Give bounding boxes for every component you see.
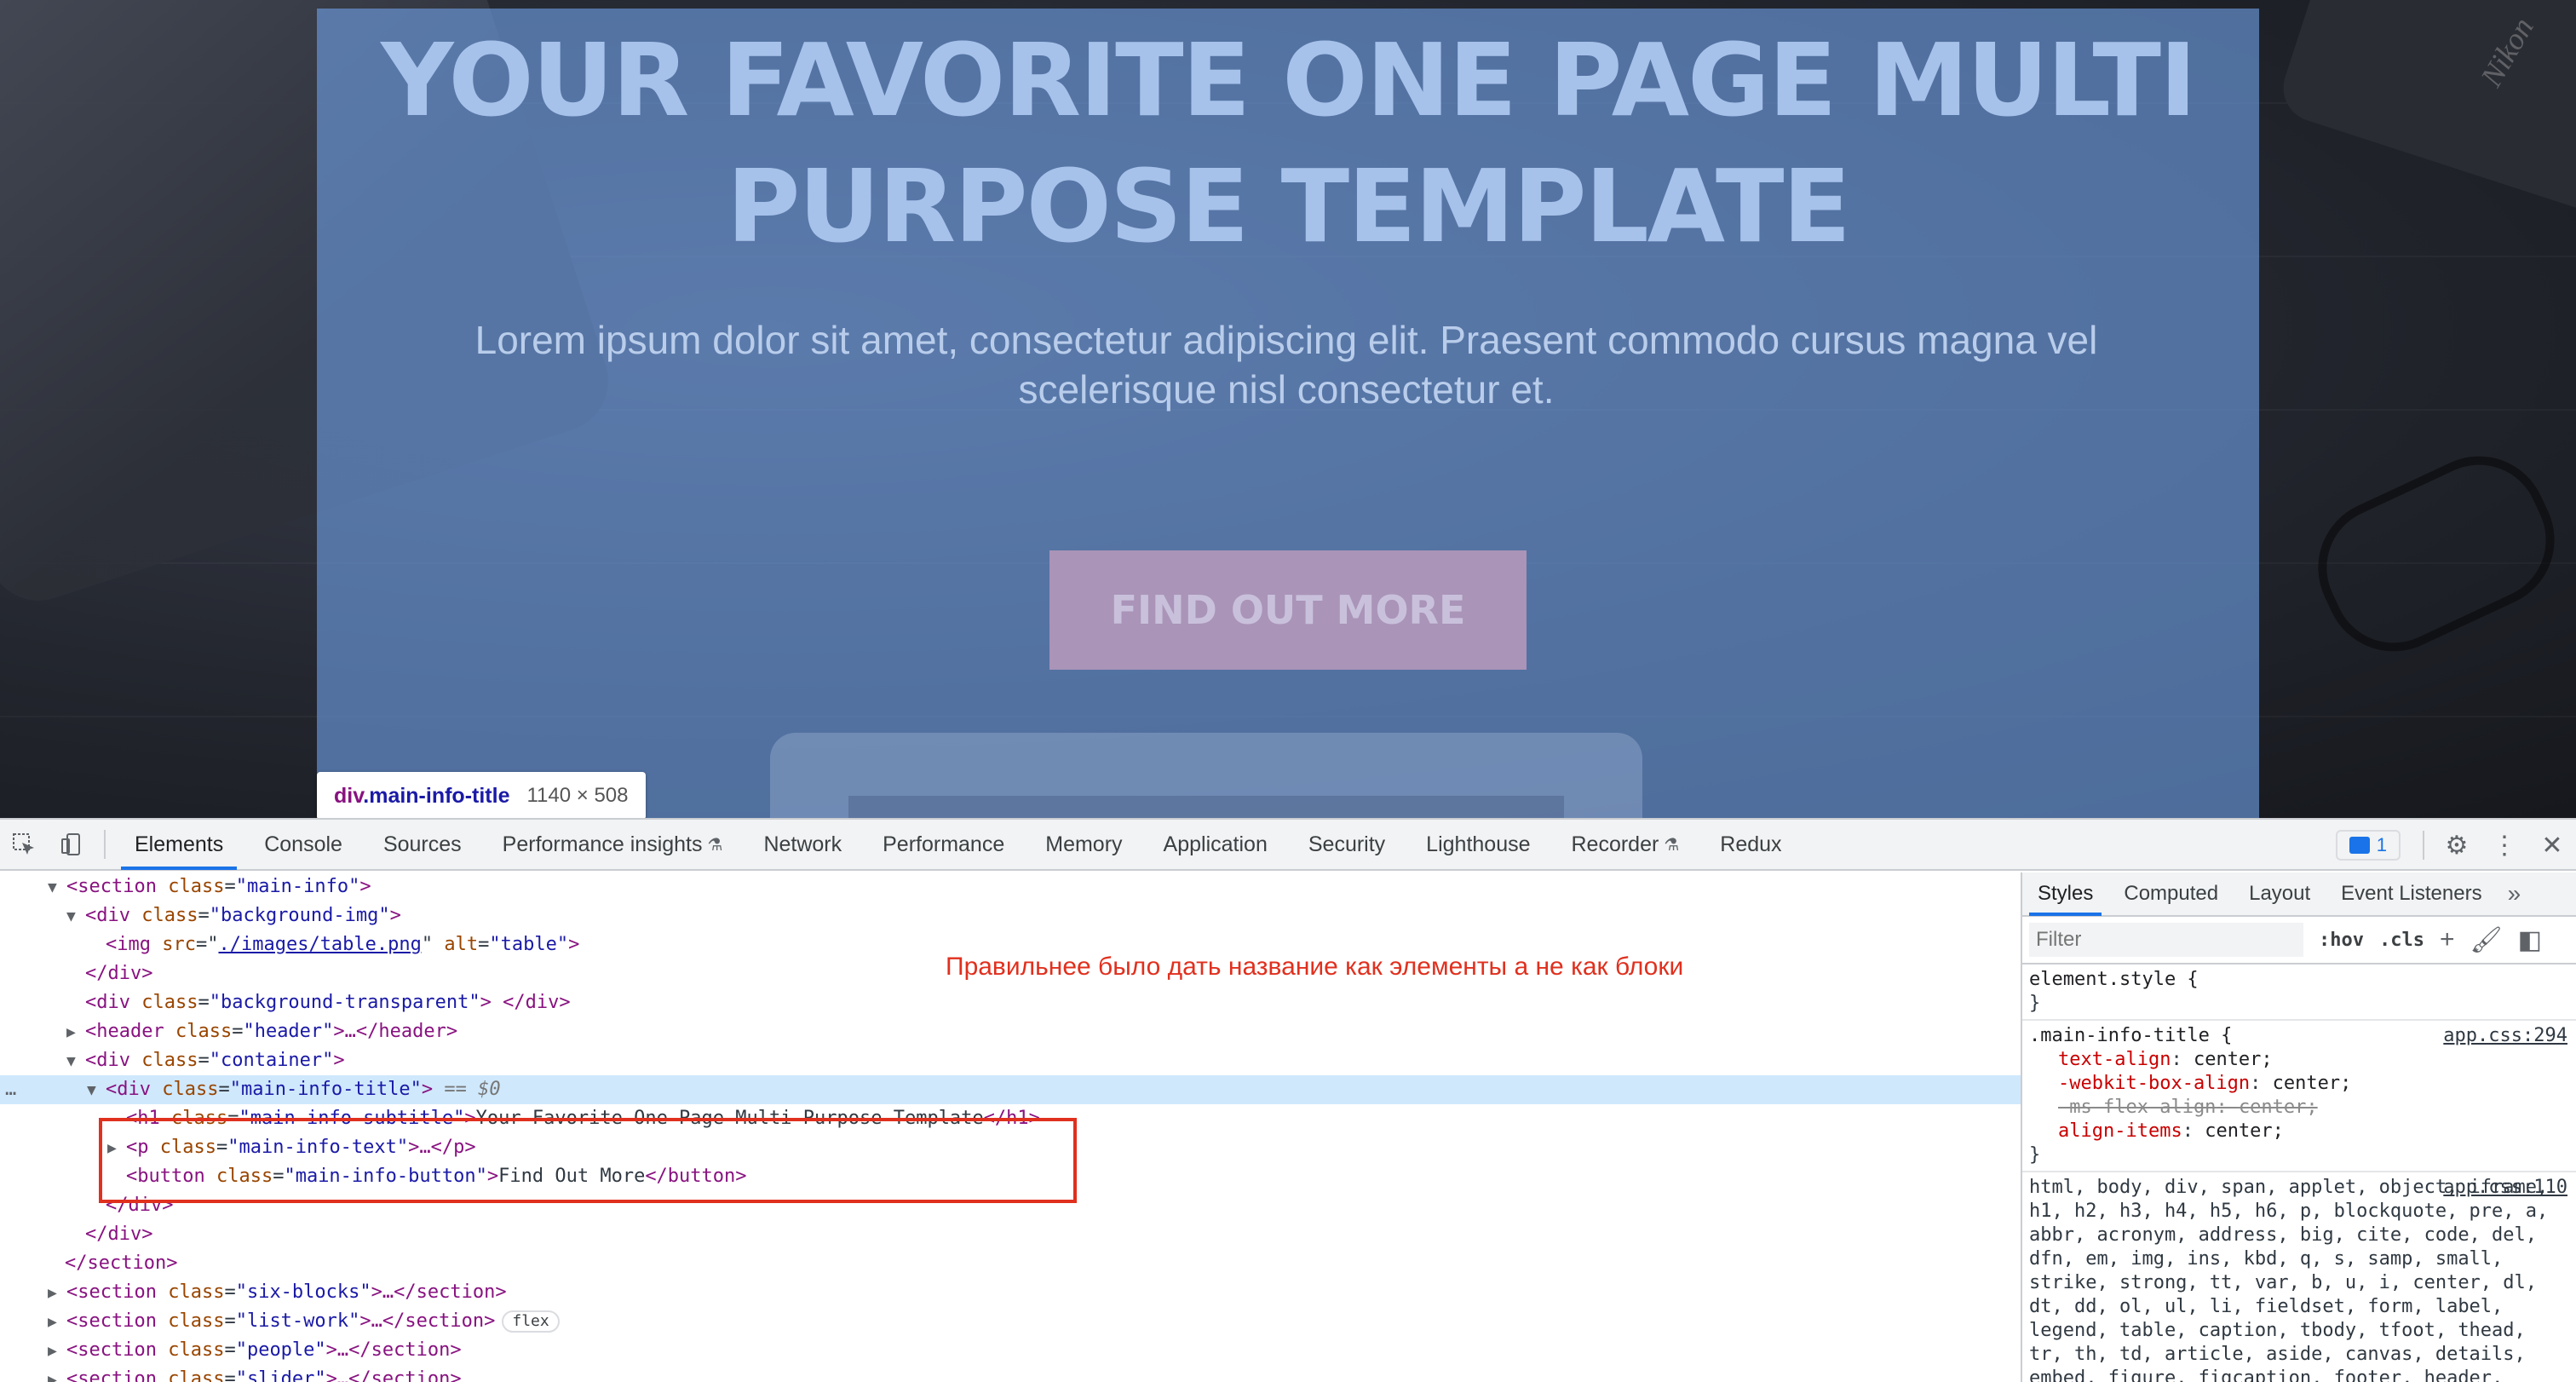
- tab-console[interactable]: Console: [244, 819, 363, 870]
- tab-network[interactable]: Network: [743, 819, 862, 870]
- toolbar-divider: [2423, 831, 2424, 860]
- devtools-panel: Elements Console Sources Performance ins…: [0, 818, 2576, 1382]
- reset-selector-list: html, body, div, span, applet, object, i…: [2029, 1177, 2549, 1382]
- device-toolbar-icon[interactable]: [48, 819, 95, 870]
- find-out-more-button[interactable]: FIND OUT MORE: [1049, 550, 1527, 670]
- style-declaration[interactable]: text-align: center;: [2029, 1048, 2569, 1072]
- dom-node[interactable]: ▼ <div class="container">: [0, 1046, 2021, 1075]
- message-icon: [2349, 837, 2370, 854]
- tab-performance-insights[interactable]: Performance insights ⚗: [482, 819, 744, 870]
- selected-node-marker: == $0: [444, 1079, 501, 1100]
- dom-node-selected[interactable]: … ▼ <div class="main-info-title"> == $0: [0, 1075, 2021, 1104]
- tab-recorder-label: Recorder: [1571, 832, 1659, 856]
- experiment-flask-icon: ⚗: [1664, 835, 1680, 855]
- more-tabs-chevron-icon[interactable]: »: [2498, 880, 2532, 907]
- image-src-link[interactable]: ./images/table.png: [218, 934, 421, 955]
- flex-badge[interactable]: flex: [502, 1310, 560, 1333]
- tab-styles[interactable]: Styles: [2022, 872, 2108, 916]
- rule-source-link[interactable]: app.css:110: [2443, 1176, 2567, 1200]
- dom-node[interactable]: ▶ <header class="header">…</header>: [0, 1017, 2021, 1046]
- tab-elements[interactable]: Elements: [114, 819, 244, 870]
- dom-node[interactable]: </section>: [0, 1249, 2021, 1278]
- style-declaration-overridden[interactable]: -ms-flex-align: center;: [2029, 1096, 2569, 1120]
- collapse-arrow-icon[interactable]: ▼: [66, 902, 85, 931]
- hero-text: Lorem ipsum dolor sit amet, consectetur …: [474, 318, 2098, 412]
- tab-application[interactable]: Application: [1143, 819, 1288, 870]
- element-style-rule[interactable]: element.style { }: [2022, 965, 2576, 1021]
- styles-filter-row: :hov .cls + 🖌 ◧: [2022, 917, 2576, 965]
- issues-badge[interactable]: 1: [2335, 830, 2401, 861]
- tablet-screen: [848, 796, 1564, 818]
- style-declaration[interactable]: align-items: center;: [2029, 1120, 2569, 1143]
- styles-filter-input[interactable]: [2029, 923, 2303, 957]
- tab-performance[interactable]: Performance: [862, 819, 1025, 870]
- tab-performance-insights-label: Performance insights: [502, 832, 703, 856]
- node-actions-dots[interactable]: …: [5, 1075, 16, 1104]
- toggle-sidebar-icon[interactable]: ◧: [2518, 925, 2542, 955]
- tab-layout[interactable]: Layout: [2234, 872, 2326, 916]
- tab-event-listeners[interactable]: Event Listeners: [2326, 872, 2497, 916]
- add-rule-icon[interactable]: +: [2440, 925, 2455, 954]
- tab-security[interactable]: Security: [1288, 819, 1406, 870]
- dom-node[interactable]: <div class="background-transparent"> </d…: [0, 988, 2021, 1017]
- inspect-tooltip: div.main-info-title 1140 × 508: [317, 772, 646, 818]
- devtools-toolbar: Elements Console Sources Performance ins…: [0, 820, 2576, 871]
- hero-title: YOUR FAVORITE ONE PAGE MULTI PURPOSE TEM…: [381, 21, 2197, 265]
- expand-arrow-icon[interactable]: ▶: [48, 1308, 66, 1337]
- experiment-flask-icon: ⚗: [707, 835, 723, 855]
- tooltip-size: 1140 × 508: [526, 784, 629, 807]
- collapse-arrow-icon[interactable]: ▼: [66, 1047, 85, 1076]
- toolbar-right-controls: 1 ⚙ ⋮ ✕: [2335, 820, 2576, 871]
- issues-count: 1: [2376, 834, 2387, 855]
- tab-redux[interactable]: Redux: [1699, 819, 1802, 870]
- toolbar-divider: [104, 830, 106, 859]
- main-info-title-rule[interactable]: app.css:294 .main-info-title { text-alig…: [2022, 1021, 2576, 1172]
- tab-lighthouse[interactable]: Lighthouse: [1406, 819, 1550, 870]
- rule-close-brace: }: [2029, 993, 2041, 1014]
- collapse-arrow-icon[interactable]: ▼: [87, 1076, 106, 1105]
- dom-node[interactable]: ▶ <section class="slider">…</section>: [0, 1365, 2021, 1382]
- tooltip-selector: div.main-info-title: [334, 783, 510, 808]
- collapse-arrow-icon[interactable]: ▼: [48, 873, 66, 902]
- expand-arrow-icon[interactable]: ▶: [48, 1279, 66, 1308]
- expand-arrow-icon[interactable]: ▶: [66, 1018, 85, 1047]
- expand-arrow-icon[interactable]: ▶: [48, 1337, 66, 1366]
- settings-gear-icon[interactable]: ⚙: [2433, 820, 2481, 871]
- more-options-icon[interactable]: ⋮: [2481, 820, 2528, 871]
- dom-node[interactable]: </div>: [0, 1220, 2021, 1249]
- dom-node[interactable]: ▶ <section class="list-work">…</section> f…: [0, 1307, 2021, 1336]
- close-icon[interactable]: ✕: [2528, 820, 2576, 871]
- styles-pane-tabs: Styles Computed Layout Event Listeners »: [2022, 872, 2576, 917]
- dom-node[interactable]: ▶ <section class="six-blocks">…</section>: [0, 1278, 2021, 1307]
- tab-recorder[interactable]: Recorder ⚗: [1551, 819, 1700, 870]
- dom-tree: ▼ <section class="main-info"> ▼ <div class…: [0, 872, 2021, 1382]
- tab-computed[interactable]: Computed: [2108, 872, 2234, 916]
- rule-source-link[interactable]: app.css:294: [2443, 1024, 2567, 1048]
- styles-pane: Styles Computed Layout Event Listeners »…: [2021, 872, 2576, 1382]
- class-toggle[interactable]: .cls: [2379, 930, 2424, 951]
- expand-arrow-icon[interactable]: ▶: [48, 1366, 66, 1382]
- tab-memory[interactable]: Memory: [1025, 819, 1142, 870]
- style-declaration[interactable]: -webkit-box-align: center;: [2029, 1072, 2569, 1096]
- page-viewport: Nikon YOUR FAVORITE ONE PAGE MULTI PURPO…: [0, 0, 2576, 818]
- annotation-highlight-box: [99, 1118, 1077, 1203]
- dom-node[interactable]: ▶ <section class="people">…</section>: [0, 1336, 2021, 1365]
- dom-node[interactable]: ▼ <section class="main-info">: [0, 872, 2021, 901]
- hover-state-toggle[interactable]: :hov: [2319, 930, 2364, 951]
- rule-close-brace: }: [2029, 1144, 2041, 1166]
- dom-node[interactable]: ▼ <div class="background-img">: [0, 901, 2021, 930]
- element-style-selector: element.style {: [2029, 969, 2199, 990]
- annotation-note: Правильнее было дать название как элемен…: [946, 953, 1684, 981]
- reset-rule[interactable]: app.css:110 html, body, div, span, apple…: [2022, 1172, 2576, 1382]
- paint-brush-icon[interactable]: 🖌: [2470, 925, 2503, 955]
- glasses-background-image: [2296, 434, 2576, 674]
- inspect-element-icon[interactable]: [0, 819, 48, 870]
- tab-sources[interactable]: Sources: [363, 819, 482, 870]
